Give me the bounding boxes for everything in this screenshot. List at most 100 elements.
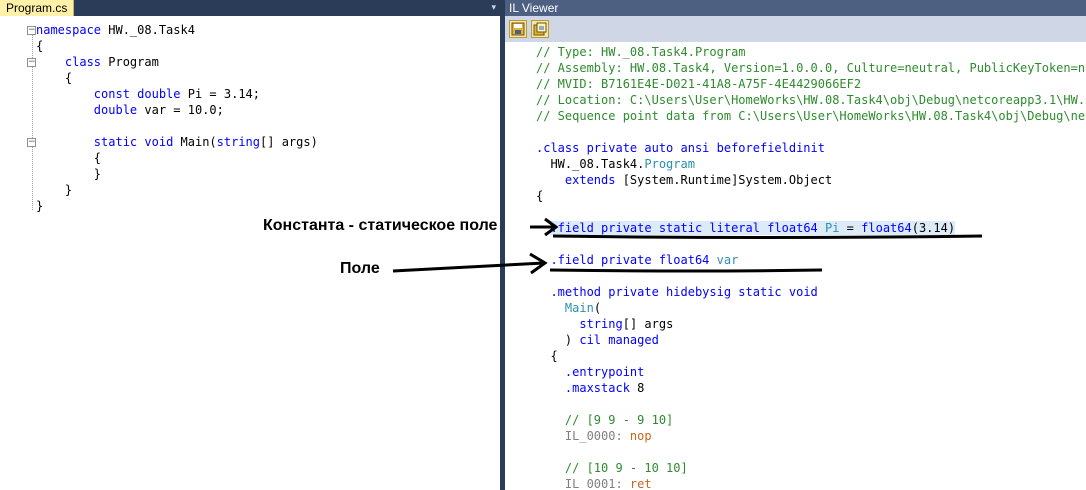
code-token <box>817 221 825 235</box>
code-line: // [9 9 - 9 10] <box>536 412 673 428</box>
code-token: } <box>36 167 102 181</box>
code-token: var = 10.0; <box>137 103 224 117</box>
code-token: 8 <box>629 381 645 395</box>
collapse-toggle-icon[interactable]: − <box>27 138 36 147</box>
code-token: // Type: HW._08.Task4.Program <box>536 45 746 59</box>
code-line: string[] args <box>536 316 673 332</box>
code-token: // Sequence point data from C:\Users\Use… <box>536 109 1086 123</box>
code-line: .field private static literal float64 Pi… <box>536 220 956 236</box>
code-token: .maxstack <box>564 381 630 395</box>
code-line: .maxstack 8 <box>536 380 644 396</box>
code-line: const double Pi = 3.14; <box>36 86 260 102</box>
code-token: { <box>36 71 73 85</box>
code-line: class Program <box>36 54 159 70</box>
code-token: double <box>137 87 181 101</box>
code-line: // Assembly: HW.08.Task4, Version=1.0.0.… <box>536 60 1086 76</box>
code-line: double var = 10.0; <box>36 102 224 118</box>
code-token: Program <box>101 55 159 69</box>
code-line: // Type: HW._08.Task4.Program <box>536 44 746 60</box>
code-token: { <box>536 349 558 363</box>
chevron-down-icon[interactable]: ▾ <box>491 1 496 15</box>
il-viewer-titlebar: IL Viewer <box>505 0 1086 16</box>
il-viewer-pane: IL Viewer // Type: HW._08.Task4.Program /… <box>505 0 1086 490</box>
code-token: ret <box>629 477 652 490</box>
code-token: string <box>579 317 623 331</box>
code-token: const <box>93 87 130 101</box>
code-token: Pi <box>825 221 840 235</box>
code-token: ) <box>536 333 580 347</box>
code-line: IL_0001: ret <box>536 476 652 490</box>
code-line: .class private auto ansi beforefieldinit <box>536 140 825 156</box>
code-token: // MVID: B7161E4E-D021-41A8-A75F-4E44290… <box>536 77 862 91</box>
code-line: // Sequence point data from C:\Users\Use… <box>536 108 1086 124</box>
code-token: .field private float64 <box>550 253 710 267</box>
tools-icon[interactable] <box>531 20 549 38</box>
code-token: // Location: C:\Users\User\HomeWorks\HW.… <box>536 93 1086 107</box>
code-line: static void Main(string[] args) <box>36 134 318 150</box>
code-line: { <box>536 348 558 364</box>
code-line: { <box>36 150 101 166</box>
code-token: class <box>64 55 102 69</box>
code-line: ) cil managed <box>536 332 659 348</box>
code-token: cil managed <box>579 333 659 347</box>
code-token: Program <box>644 157 695 171</box>
code-line: { <box>536 188 543 204</box>
collapse-toggle-icon[interactable]: − <box>27 58 36 67</box>
code-token: = <box>839 221 862 235</box>
il-viewer-toolbar <box>505 16 1086 42</box>
editor-tab-bar: Program.cs ▾ <box>0 0 500 16</box>
tab-program-cs[interactable]: Program.cs <box>0 0 75 16</box>
code-line: } <box>36 198 43 214</box>
code-line: .field private float64 var <box>536 252 738 268</box>
code-token: { <box>536 189 544 203</box>
code-line: // MVID: B7161E4E-D021-41A8-A75F-4E44290… <box>536 76 861 92</box>
code-token: void <box>144 135 174 149</box>
code-line: // Location: C:\Users\User\HomeWorks\HW.… <box>536 92 1086 108</box>
code-token: double <box>93 103 138 117</box>
editor-pane: Program.cs ▾ − − − namespace HW._08.Task… <box>0 0 500 490</box>
code-token: ( <box>593 301 602 315</box>
code-line: extends [System.Runtime]System.Object <box>536 172 832 188</box>
save-icon[interactable] <box>509 20 527 38</box>
collapse-toggle-icon[interactable]: − <box>27 26 36 35</box>
code-token: Pi = 3.14; <box>180 87 260 101</box>
code-token: [] args) <box>260 135 318 149</box>
code-token: { <box>36 151 102 165</box>
code-token: HW._08.Task4 <box>101 23 195 37</box>
code-token: } <box>36 199 44 213</box>
code-token: [] args <box>622 317 674 331</box>
code-token: .method private hidebysig static void <box>550 285 818 299</box>
code-line: { <box>36 70 72 86</box>
code-line: IL_0000: nop <box>536 428 652 444</box>
annotation-field-label: Поле <box>340 260 380 277</box>
code-token: float64 <box>861 221 912 235</box>
code-token: Main <box>564 301 594 315</box>
code-line: // [10 9 - 10 10] <box>536 460 688 476</box>
code-token: { <box>36 39 44 53</box>
code-token: // [10 9 - 10 10] <box>536 461 688 475</box>
code-token: Main( <box>173 135 217 149</box>
il-code-view[interactable]: // Type: HW._08.Task4.Program // Assembly… <box>505 42 1086 490</box>
code-editor[interactable]: − − − namespace HW._08.Task4{ class Prog… <box>0 16 500 490</box>
code-token: namespace <box>36 23 102 37</box>
code-token: IL_0000: <box>536 429 630 443</box>
code-token: } <box>36 183 73 197</box>
code-line: .method private hidebysig static void <box>536 284 818 300</box>
code-token: (3.14) <box>911 221 956 235</box>
code-line: .entrypoint <box>536 364 644 380</box>
code-line: } <box>36 166 101 182</box>
code-line: namespace HW._08.Task4 <box>36 22 195 38</box>
